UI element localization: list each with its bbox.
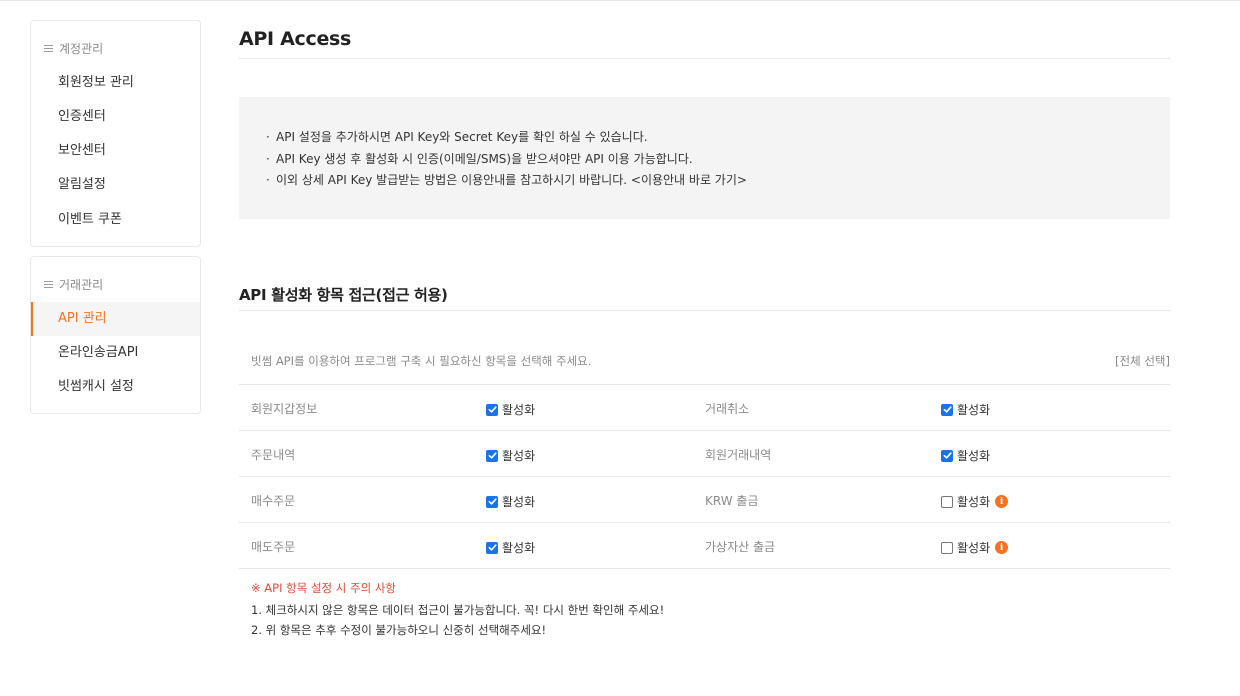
permission-checkbox[interactable]: 활성화 i (941, 493, 1009, 510)
title-divider (239, 58, 1170, 59)
activate-label: 활성화 (502, 403, 536, 417)
info-icon[interactable]: i (995, 541, 1009, 554)
permission-label: 매수주문 (251, 494, 296, 508)
checkbox-unchecked-icon[interactable] (941, 495, 953, 508)
info-icon[interactable]: i (995, 495, 1009, 508)
sidebar-item-online-transfer-api[interactable]: 온라인송금API (31, 336, 200, 370)
permission-checkbox[interactable]: 활성화 (486, 539, 535, 556)
permission-label: 거래취소 (705, 402, 750, 416)
checkbox-checked-icon[interactable] (486, 449, 498, 462)
sidebar-item-event-coupon[interactable]: 이벤트 쿠폰 (31, 203, 200, 237)
menu-icon (44, 281, 53, 288)
section-divider (239, 310, 1170, 311)
checkbox-checked-icon[interactable] (941, 449, 953, 462)
notice-item: · API 설정을 추가하시면 API Key와 Secret Key를 확인 하… (266, 130, 648, 144)
sidebar-item-security-center[interactable]: 보안센터 (31, 134, 200, 168)
menu-icon (44, 45, 53, 52)
checkbox-unchecked-icon[interactable] (941, 541, 953, 554)
permission-checkbox[interactable]: 활성화 i (941, 539, 1009, 556)
activate-label: 활성화 (502, 449, 536, 463)
notice-item[interactable]: · 이외 상세 API Key 발급받는 방법은 이용안내를 참고하시기 바랍니다… (266, 170, 747, 192)
sidebar-trade-menu: 거래관리 API 관리 온라인송금API 빗썸캐시 설정 (30, 256, 201, 414)
section-title: API 활성화 항목 접근(접근 허용) (239, 286, 448, 304)
activate-label: 활성화 (502, 495, 536, 509)
table-row: 매수주문 활성화 KRW 출금 활성화 i (239, 477, 1170, 523)
table-row: 매도주문 활성화 가상자산 출금 활성화 i (239, 523, 1170, 569)
activate-label: 활성화 (957, 541, 991, 555)
activate-label: 활성화 (957, 449, 991, 463)
activate-label: 활성화 (502, 541, 536, 555)
sidebar-trade-header: 거래관리 (44, 276, 103, 293)
checkbox-checked-icon[interactable] (486, 495, 498, 508)
checkbox-checked-icon[interactable] (941, 403, 953, 416)
checkbox-checked-icon[interactable] (486, 403, 498, 416)
sidebar-account-header: 계정관리 (44, 40, 103, 57)
sidebar-item-auth-center[interactable]: 인증센터 (31, 100, 200, 134)
permission-label: 가상자산 출금 (705, 540, 776, 554)
select-all-link[interactable]: [전체 선택] (1115, 353, 1170, 369)
caution-line: 2. 위 항목은 추후 수정이 불가능하오니 신중히 선택해주세요! (251, 623, 547, 637)
caution-line: 1. 체크하시지 않은 항목은 데이터 접근이 불가능합니다. 꼭! 다시 한번… (251, 603, 665, 617)
notice-item: · API Key 생성 후 활성화 시 인증(이메일/SMS)을 받으셔야만 A… (266, 151, 693, 166)
permission-label: 회원거래내역 (705, 448, 772, 462)
checkbox-checked-icon[interactable] (486, 541, 498, 554)
permissions-description-row: 빗썸 API를 이용하여 프로그램 구축 시 필요하신 항목을 선택해 주세요.… (239, 339, 1170, 385)
table-row: 주문내역 활성화 회원거래내역 활성화 (239, 431, 1170, 477)
sidebar-account-header-label: 계정관리 (59, 42, 104, 56)
permission-label: KRW 출금 (705, 494, 759, 508)
permission-label: 회원지갑정보 (251, 402, 318, 416)
permissions-description: 빗썸 API를 이용하여 프로그램 구축 시 필요하신 항목을 선택해 주세요. (251, 354, 592, 368)
activate-label: 활성화 (957, 403, 991, 417)
permission-checkbox[interactable]: 활성화 (486, 493, 535, 510)
sidebar-item-api-management[interactable]: API 관리 (31, 302, 200, 336)
permission-checkbox[interactable]: 활성화 (486, 401, 535, 418)
sidebar-account-menu: 계정관리 회원정보 관리 인증센터 보안센터 알림설정 이벤트 쿠폰 (30, 20, 201, 247)
sidebar-trade-header-label: 거래관리 (59, 278, 104, 292)
sidebar-item-notifications[interactable]: 알림설정 (31, 168, 200, 202)
sidebar-item-bithumb-cash-settings[interactable]: 빗썸캐시 설정 (31, 370, 200, 404)
table-row: 회원지갑정보 활성화 거래취소 활성화 (239, 385, 1170, 431)
page-title: API Access (239, 28, 352, 50)
activate-label: 활성화 (957, 495, 991, 509)
permission-checkbox[interactable]: 활성화 (941, 447, 990, 464)
caution-notes: ※ API 항목 설정 시 주의 사항 1. 체크하시지 않은 항목은 데이터 … (251, 580, 664, 640)
notice-box: · API 설정을 추가하시면 API Key와 Secret Key를 확인 하… (239, 97, 1170, 219)
permission-label: 매도주문 (251, 540, 296, 554)
permission-label: 주문내역 (251, 448, 296, 462)
caution-title: ※ API 항목 설정 시 주의 사항 (251, 581, 396, 595)
permission-checkbox[interactable]: 활성화 (941, 401, 990, 418)
permission-checkbox[interactable]: 활성화 (486, 447, 535, 464)
top-divider (0, 0, 1240, 1)
sidebar-item-member-info[interactable]: 회원정보 관리 (31, 66, 200, 100)
